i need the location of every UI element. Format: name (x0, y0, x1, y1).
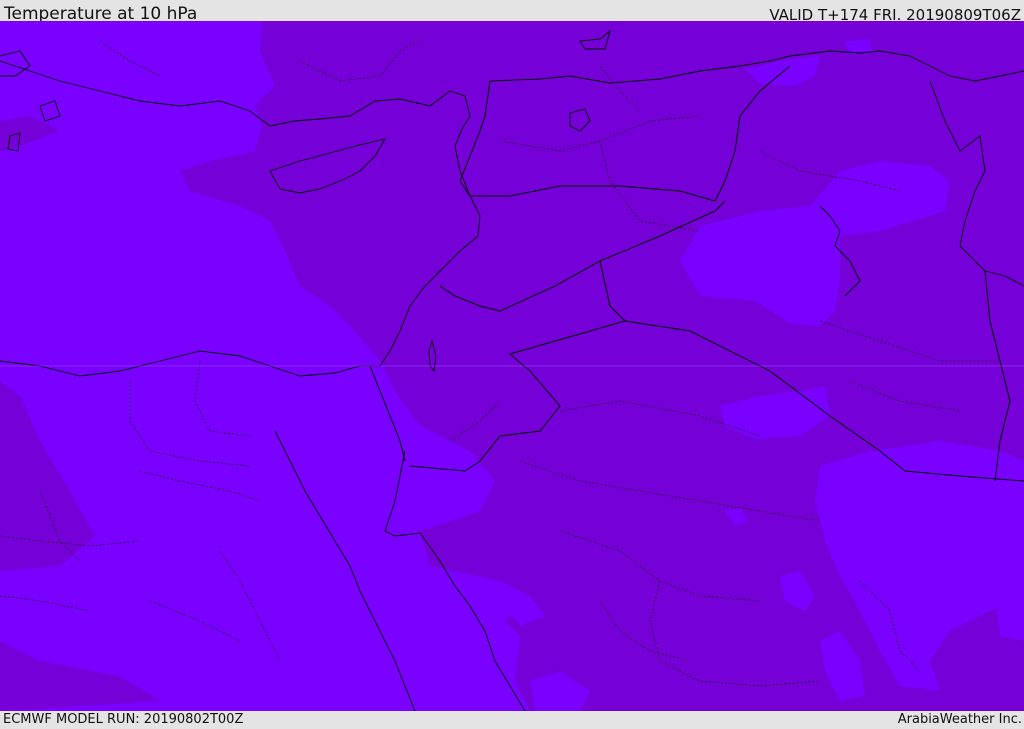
map-panel (0, 21, 1024, 711)
credit-label: ArabiaWeather Inc. (897, 712, 1022, 727)
temperature-map (0, 21, 1024, 711)
footer-bar: ECMWF MODEL RUN: 20190802T00Z ArabiaWeat… (0, 711, 1024, 729)
header-bar: Temperature at 10 hPa VALID T+174 FRI. 2… (0, 0, 1024, 24)
model-run-label: ECMWF MODEL RUN: 20190802T00Z (3, 712, 244, 727)
